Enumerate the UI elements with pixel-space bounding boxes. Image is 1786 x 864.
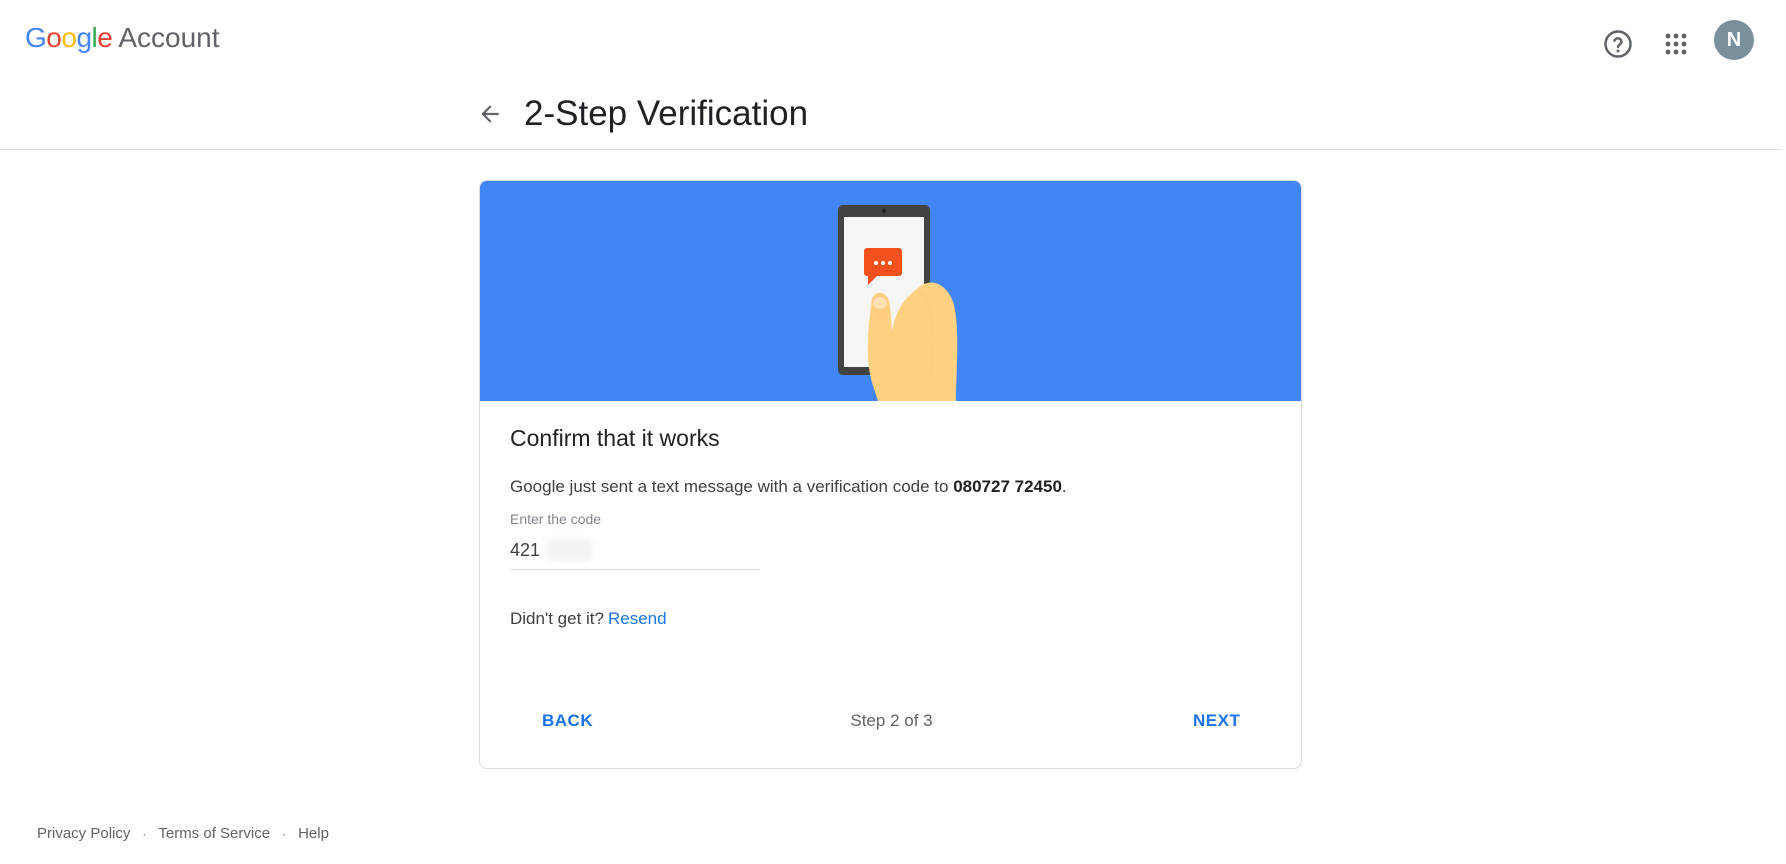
help-button[interactable] (1596, 22, 1640, 66)
privacy-policy-link[interactable]: Privacy Policy (37, 825, 130, 842)
apps-grid-icon (1665, 33, 1687, 55)
page-title: 2-Step Verification (524, 94, 809, 133)
code-label: Enter the code (510, 511, 602, 527)
step-indicator: Step 2 of 3 (850, 711, 933, 730)
page-header: 2-Step Verification (0, 80, 1782, 150)
logo-account-text: Account (118, 22, 220, 53)
resend-row: Didn't get it? Resend (510, 609, 667, 629)
resend-link[interactable]: Resend (608, 609, 667, 628)
phone-message-illustration (838, 205, 958, 401)
logo-letter: e (97, 22, 113, 53)
logo-letter: g (76, 22, 92, 53)
back-arrow-button[interactable] (473, 97, 507, 131)
logo-letter: G (25, 22, 47, 53)
message-suffix: . (1061, 477, 1067, 496)
verification-card: Confirm that it works Google just sent a… (479, 180, 1302, 769)
top-bar: Google Account N (0, 0, 1786, 80)
help-link[interactable]: Help (298, 825, 329, 842)
top-actions: N (1596, 18, 1786, 62)
code-redaction (547, 539, 592, 561)
footer-separator: · (282, 826, 287, 841)
resend-prompt: Didn't get it? (510, 609, 604, 628)
card-title: Confirm that it works (510, 425, 720, 451)
phone-number: 080727 72450 (953, 477, 1062, 496)
page: Google Account N 2-Step Verification Con… (0, 0, 1786, 864)
avatar[interactable]: N (1714, 20, 1754, 60)
arrow-back-icon (481, 105, 499, 123)
logo-letter: o (61, 22, 77, 53)
banner (480, 181, 1301, 401)
apps-button[interactable] (1654, 22, 1698, 66)
terms-of-service-link[interactable]: Terms of Service (158, 825, 270, 842)
help-circle-icon (1604, 30, 1632, 58)
logo-letter: o (46, 22, 62, 53)
next-button[interactable]: NEXT (1183, 703, 1250, 739)
footer: Privacy Policy · Terms of Service · Help (37, 825, 329, 842)
footer-separator: · (142, 826, 147, 841)
google-account-logo[interactable]: Google Account (25, 22, 220, 54)
sent-message-text: Google just sent a text message with a v… (510, 477, 1067, 497)
message-prefix: Google just sent a text message with a v… (510, 477, 954, 496)
